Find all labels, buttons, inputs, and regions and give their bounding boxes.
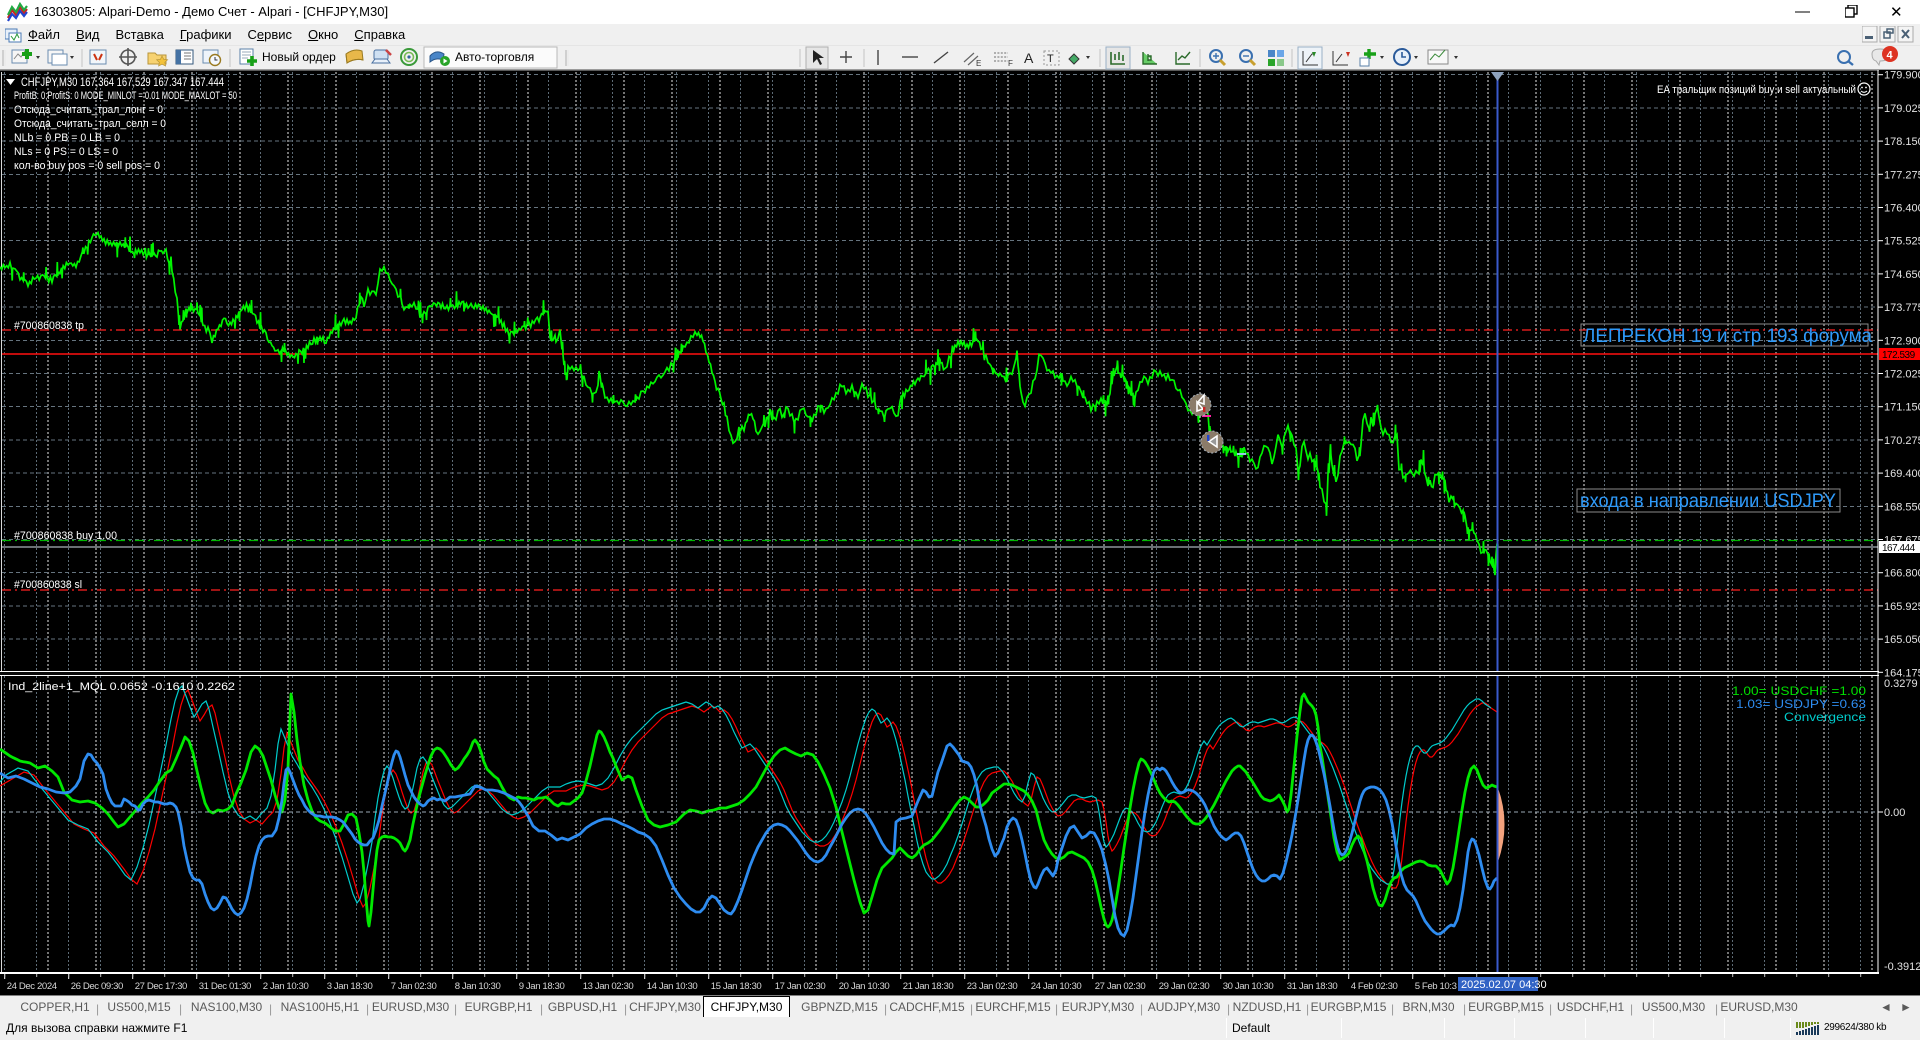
svg-text:24 Dec 2024: 24 Dec 2024 bbox=[7, 981, 58, 992]
svg-text:14 Jan 10:30: 14 Jan 10:30 bbox=[647, 981, 698, 992]
svg-text:NLb = 0 PB = 0 LB = 0: NLb = 0 PB = 0 LB = 0 bbox=[14, 132, 120, 144]
svg-text:A: A bbox=[1024, 50, 1034, 66]
svg-text:167.444: 167.444 bbox=[1882, 543, 1916, 554]
svg-text:165.050: 165.050 bbox=[1884, 634, 1920, 646]
svg-text:27 Dec 17:30: 27 Dec 17:30 bbox=[135, 981, 187, 992]
svg-text:ЛЕПРЕКОН 19 и стр 193 форума: ЛЕПРЕКОН 19 и стр 193 форума bbox=[1583, 326, 1872, 347]
svg-text:170.275: 170.275 bbox=[1884, 435, 1920, 447]
svg-text:8 Jan 10:30: 8 Jan 10:30 bbox=[455, 981, 501, 992]
svg-text:CHFJPY,M30 167,364 167,529 16: CHFJPY,M30 167,364 167,529 167.347 167.4… bbox=[21, 75, 224, 89]
svg-text:Новый ордер: Новый ордер bbox=[262, 50, 336, 64]
svg-text:#700860838 sl: #700860838 sl bbox=[14, 579, 82, 591]
svg-text:29 Jan 02:30: 29 Jan 02:30 bbox=[1159, 981, 1210, 992]
svg-text:171.150: 171.150 bbox=[1884, 402, 1920, 414]
svg-text:1.00= USDCHF =1.00: 1.00= USDCHF =1.00 bbox=[1732, 684, 1866, 698]
svg-text:172.539: 172.539 bbox=[1882, 350, 1916, 361]
svg-text:1.03= USDJPY =0.63: 1.03= USDJPY =0.63 bbox=[1736, 697, 1866, 711]
svg-text:-0.3912: -0.3912 bbox=[1884, 961, 1920, 973]
svg-text:входа в направлении USDJPY: входа в направлении USDJPY bbox=[1580, 491, 1836, 512]
svg-text:NLs = 0 PS = 0 LS = 0: NLs = 0 PS = 0 LS = 0 bbox=[14, 146, 118, 158]
svg-text:7 Jan 02:30: 7 Jan 02:30 bbox=[391, 981, 437, 992]
svg-text:177.275: 177.275 bbox=[1884, 169, 1920, 181]
svg-text:21 Jan 18:30: 21 Jan 18:30 bbox=[903, 981, 954, 992]
svg-text:166.800: 166.800 bbox=[1884, 568, 1920, 580]
svg-text:23 Jan 02:30: 23 Jan 02:30 bbox=[967, 981, 1018, 992]
svg-text:17 Jan 02:30: 17 Jan 02:30 bbox=[775, 981, 826, 992]
svg-text:172.900: 172.900 bbox=[1884, 335, 1920, 347]
svg-text:4 Feb 02:30: 4 Feb 02:30 bbox=[1351, 981, 1398, 992]
svg-text:179.900: 179.900 bbox=[1884, 70, 1920, 82]
svg-text:#700860838 buy 1.00: #700860838 buy 1.00 bbox=[14, 530, 117, 542]
svg-text:кол-во buy pos = 0 sell pos =: кол-во buy pos = 0 sell pos = 0 bbox=[14, 160, 160, 172]
svg-text:173.775: 173.775 bbox=[1884, 302, 1920, 314]
svg-text:EA тральщик позиций buy и sell: EA тральщик позиций buy и sell актуальны… bbox=[1657, 84, 1856, 96]
svg-text:13 Jan 02:30: 13 Jan 02:30 bbox=[583, 981, 634, 992]
svg-text:Авто-торговля: Авто-торговля bbox=[455, 50, 534, 64]
svg-text:26 Dec 09:30: 26 Dec 09:30 bbox=[71, 981, 123, 992]
svg-text:24 Jan 10:30: 24 Jan 10:30 bbox=[1031, 981, 1082, 992]
svg-text:4: 4 bbox=[1887, 50, 1894, 62]
svg-text:31 Dec 01:30: 31 Dec 01:30 bbox=[199, 981, 251, 992]
svg-text:3 Jan 18:30: 3 Jan 18:30 bbox=[327, 981, 373, 992]
svg-text:31 Jan 18:30: 31 Jan 18:30 bbox=[1287, 981, 1338, 992]
svg-text:Отсюда_считать_трал_селл = 0: Отсюда_считать_трал_селл = 0 bbox=[14, 118, 166, 130]
svg-text:0.3279: 0.3279 bbox=[1884, 678, 1918, 690]
svg-text:30 Jan 10:30: 30 Jan 10:30 bbox=[1223, 981, 1274, 992]
svg-text:Convergence: Convergence bbox=[1784, 710, 1866, 724]
svg-text:Отсюда_считать_трал_лонг = 0: Отсюда_считать_трал_лонг = 0 bbox=[14, 104, 163, 116]
svg-text:172.025: 172.025 bbox=[1884, 369, 1920, 381]
svg-text:179.025: 179.025 bbox=[1884, 103, 1920, 115]
svg-text:2 Jan 10:30: 2 Jan 10:30 bbox=[263, 981, 309, 992]
svg-text:20 Jan 10:30: 20 Jan 10:30 bbox=[839, 981, 890, 992]
svg-text:0.00: 0.00 bbox=[1884, 807, 1905, 819]
svg-text:27 Jan 02:30: 27 Jan 02:30 bbox=[1095, 981, 1146, 992]
svg-text:165.925: 165.925 bbox=[1884, 601, 1920, 613]
svg-text:2025.02.07 04:30: 2025.02.07 04:30 bbox=[1461, 979, 1547, 991]
svg-text:174.650: 174.650 bbox=[1884, 269, 1920, 281]
svg-text:9 Jan 18:30: 9 Jan 18:30 bbox=[519, 981, 565, 992]
svg-text:175.525: 175.525 bbox=[1884, 236, 1920, 248]
svg-text:ProfitB: 0;ProfitS: 0 MODE_MIN: ProfitB: 0;ProfitS: 0 MODE_MINLOT = 0.01… bbox=[14, 90, 237, 102]
svg-text:#700860838 tp: #700860838 tp bbox=[14, 320, 84, 332]
svg-text:178.150: 178.150 bbox=[1884, 136, 1920, 148]
svg-text:169.400: 169.400 bbox=[1884, 468, 1920, 480]
svg-text:176.400: 176.400 bbox=[1884, 203, 1920, 215]
svg-text:T: T bbox=[1047, 53, 1054, 65]
svg-text:5 Feb 10:3: 5 Feb 10:3 bbox=[1415, 981, 1457, 992]
svg-text:15 Jan 18:30: 15 Jan 18:30 bbox=[711, 981, 762, 992]
svg-text:168.550: 168.550 bbox=[1884, 501, 1920, 513]
svg-text:F: F bbox=[1008, 59, 1013, 68]
svg-text:E: E bbox=[976, 59, 981, 68]
svg-text:Ind_2line+1_MQL 0.0652 -0.1610: Ind_2line+1_MQL 0.0652 -0.1610 0.2262 bbox=[8, 681, 235, 693]
